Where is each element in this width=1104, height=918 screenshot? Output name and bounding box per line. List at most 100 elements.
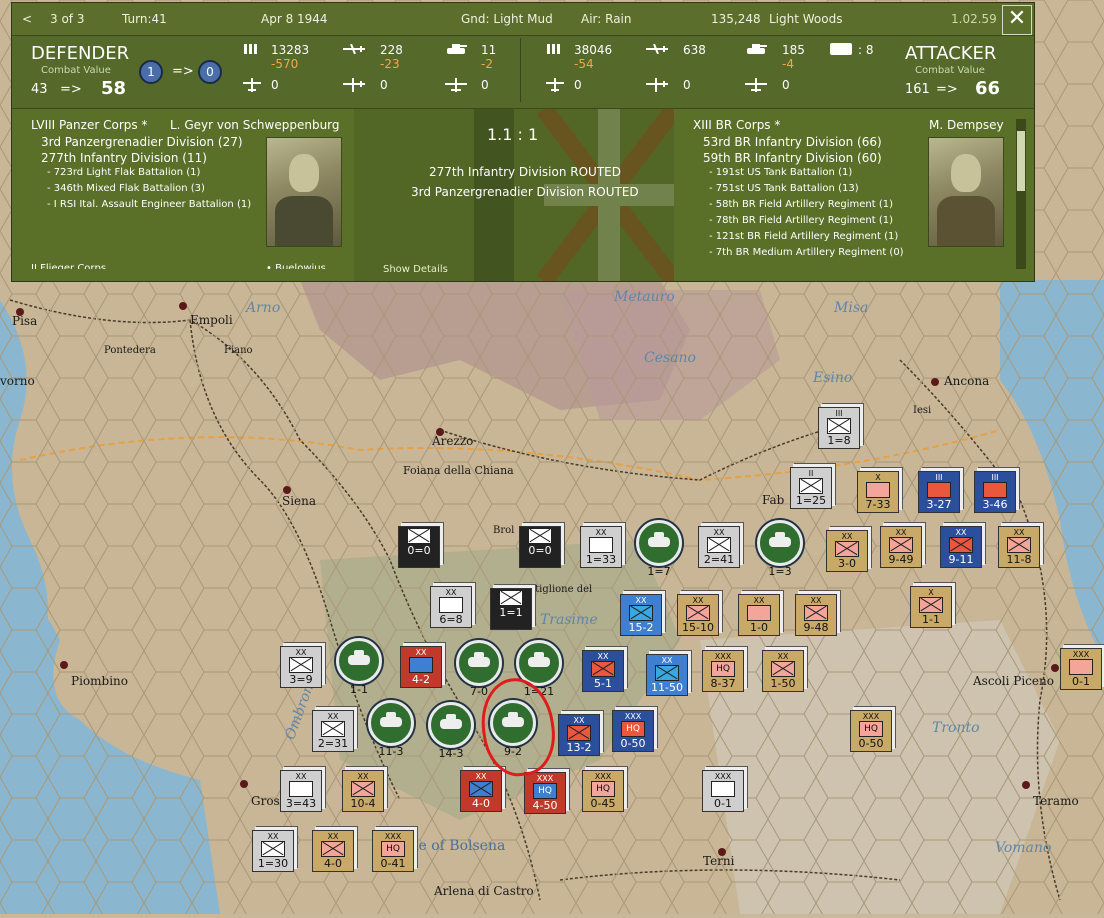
attacker-extra: : 8 <box>858 43 874 57</box>
unit-strength: 1-1 <box>350 683 368 696</box>
unit-counter[interactable]: XX 9-49 <box>880 526 922 568</box>
tank-unit-icon[interactable]: 1=3 <box>757 520 803 578</box>
unit-counter[interactable]: X 1-1 <box>910 586 952 628</box>
infantry-icon <box>1007 537 1031 553</box>
armor-icon <box>409 657 433 673</box>
unit-counter[interactable]: 0=0 <box>398 526 440 568</box>
unit-line[interactable]: - 78th BR Field Artillery Regiment (1) <box>709 215 893 226</box>
unit-counter[interactable]: XXX HQ 8-37 <box>702 650 744 692</box>
unit-counter[interactable]: XXX HQ 0-45 <box>582 770 624 812</box>
unit-counter[interactable]: III 3-46 <box>974 471 1016 513</box>
back-arrow-icon[interactable]: < <box>22 12 32 26</box>
unit-counter[interactable]: XX 9-48 <box>795 594 837 636</box>
unit-line[interactable]: - 346th Mixed Flak Battalion (3) <box>47 183 205 194</box>
unit-counter[interactable]: XX 13-2 <box>558 714 600 756</box>
unit-counter[interactable]: XXX 0-1 <box>702 770 744 812</box>
infantry-icon <box>261 841 285 857</box>
combat-result-panel: < 3 of 3 Turn:41 Apr 8 1944 Gnd: Light M… <box>11 2 1035 282</box>
unit-counter[interactable]: XX 11-50 <box>646 654 688 696</box>
unit-line[interactable]: - 121st BR Field Artillery Regiment (1) <box>709 231 898 242</box>
unit-counter[interactable]: XX 4-0 <box>312 830 354 872</box>
unit-counter[interactable]: XX 10-4 <box>342 770 384 812</box>
unit-counter[interactable]: XX 3=9 <box>280 646 322 688</box>
unit-counter[interactable]: X 7-33 <box>857 471 899 513</box>
unit-counter[interactable]: XX 1-50 <box>762 650 804 692</box>
unit-size: XX <box>1013 528 1025 537</box>
units-detail: LVIII Panzer Corps * L. Geyr von Schwepp… <box>12 109 1034 281</box>
unit-line[interactable]: - 7th BR Medium Artillery Regiment (0) <box>709 247 904 258</box>
unit-line[interactable]: 3rd Panzergrenadier Division (27) <box>41 135 243 149</box>
defender-air-loss: -23 <box>380 57 400 71</box>
unit-line[interactable]: 277th Infantry Division (11) <box>41 151 207 165</box>
unit-counter[interactable]: XXX 0-1 <box>1060 648 1102 690</box>
unit-counter[interactable]: XX 6=8 <box>430 586 472 628</box>
unit-size: XX <box>295 648 307 657</box>
unit-counter[interactable]: XX 4-0 <box>460 770 502 812</box>
unit-counter[interactable]: XX 3-0 <box>826 530 868 572</box>
unit-counter[interactable]: 1=1 <box>490 588 532 630</box>
supply-icon <box>711 781 735 797</box>
scrollbar-thumb[interactable] <box>1017 131 1025 191</box>
tank-unit-icon[interactable]: 11-3 <box>368 700 414 758</box>
tank-icon <box>745 44 767 54</box>
unit-line[interactable]: 59th BR Infantry Division (60) <box>703 151 882 165</box>
unit-strength: 4-0 <box>324 857 342 870</box>
unit-counter[interactable]: XX 5-1 <box>582 650 624 692</box>
city-label: Iesi <box>913 405 932 416</box>
river-label: Arno <box>246 300 281 316</box>
unit-counter[interactable]: XX 2=41 <box>698 526 740 568</box>
defender-corps[interactable]: LVIII Panzer Corps * <box>31 118 147 132</box>
unit-size: XX <box>955 528 967 537</box>
unit-line[interactable]: - 751st US Tank Battalion (13) <box>709 183 859 194</box>
tank-unit-icon[interactable]: 1-1 <box>336 638 382 696</box>
attacker-row2a: 0 <box>574 78 582 92</box>
unit-counter[interactable]: XXX HQ 0-50 <box>850 710 892 752</box>
unit-strength: 1-1 <box>922 613 940 626</box>
bomber-plane-icon <box>745 78 767 92</box>
infantry-icon <box>949 537 973 553</box>
unit-counter[interactable]: XX 1=30 <box>252 830 294 872</box>
unit-counter[interactable]: XXX HQ 4-50 <box>524 772 566 814</box>
infantry-icon <box>686 605 710 621</box>
unit-counter[interactable]: XX 15-2 <box>620 594 662 636</box>
river-label: Metauro <box>614 289 675 305</box>
unit-counter[interactable]: XX 9-11 <box>940 526 982 568</box>
unit-line[interactable]: - 58th BR Field Artillery Regiment (1) <box>709 199 893 210</box>
show-details-link[interactable]: Show Details <box>383 264 448 275</box>
unit-counter[interactable]: XX 1-0 <box>738 594 780 636</box>
unit-counter[interactable]: XX 4-2 <box>400 646 442 688</box>
unit-line[interactable]: - I RSI Ital. Assault Engineer Battalion… <box>47 199 251 210</box>
defender-row2b: 0 <box>380 78 388 92</box>
unit-line[interactable]: - 723rd Light Flak Battalion (1) <box>47 167 200 178</box>
unit-counter[interactable]: III 3-27 <box>918 471 960 513</box>
unit-counter[interactable]: XXX HQ 0-41 <box>372 830 414 872</box>
tank-unit-icon[interactable]: 7-0 <box>456 640 502 698</box>
infantry-icon <box>629 605 653 621</box>
tank-unit-icon[interactable]: 14-3 <box>428 702 474 760</box>
city-label: vorno <box>0 374 35 388</box>
unit-strength: 0=0 <box>407 544 431 557</box>
infantry-icon <box>804 605 828 621</box>
unit-counter[interactable]: III 1=8 <box>818 407 860 449</box>
tank-unit-icon[interactable]: 1=7 <box>636 520 682 578</box>
unit-counter[interactable]: XX 2=31 <box>312 710 354 752</box>
unit-line[interactable]: 53rd BR Infantry Division (66) <box>703 135 882 149</box>
combat-odds: 1.1 : 1 <box>487 125 539 144</box>
unit-counter[interactable]: XXX HQ 0-50 <box>612 710 654 752</box>
unit-counter[interactable]: 0=0 <box>519 526 561 568</box>
unit-counter[interactable]: XX 1=33 <box>580 526 622 568</box>
unit-line[interactable]: - 191st US Tank Battalion (1) <box>709 167 852 178</box>
unit-size: XX <box>810 596 822 605</box>
attacker-corps[interactable]: XIII BR Corps * <box>693 118 780 132</box>
attacker-leader: M. Dempsey <box>929 118 1004 132</box>
unit-counter[interactable]: XX 11-8 <box>998 526 1040 568</box>
unit-size: XX <box>692 596 704 605</box>
unit-counter[interactable]: II 1=25 <box>790 467 832 509</box>
close-button[interactable]: ✕ <box>1002 5 1032 35</box>
unit-counter[interactable]: XX 15-10 <box>677 594 719 636</box>
mountain-infantry-icon <box>289 781 313 797</box>
unit-counter[interactable]: XX 3=43 <box>280 770 322 812</box>
unit-strength: 6=8 <box>439 613 463 626</box>
units-scrollbar[interactable] <box>1016 119 1026 269</box>
defender-tanks-loss: -2 <box>481 57 493 71</box>
